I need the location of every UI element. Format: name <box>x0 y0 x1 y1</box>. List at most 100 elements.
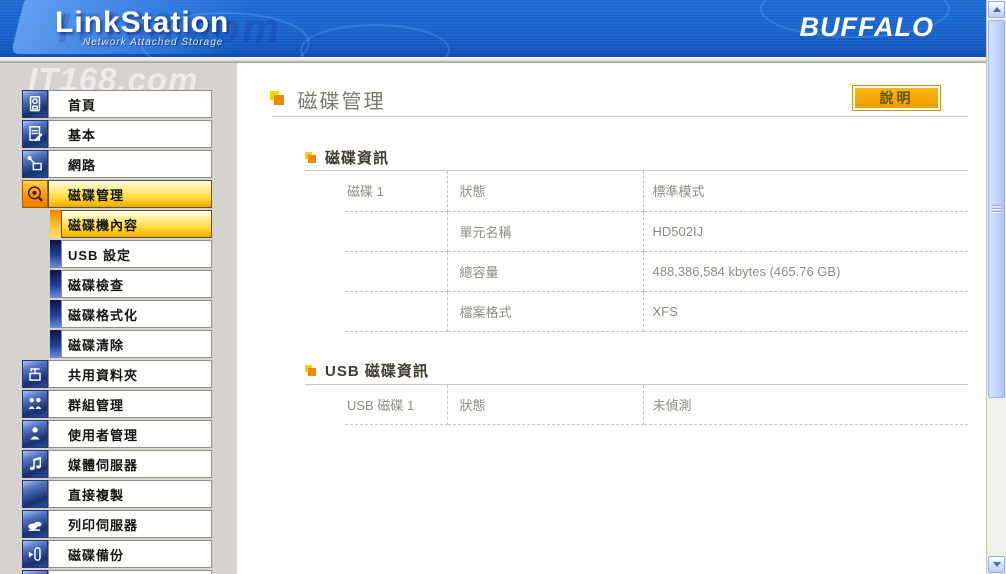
attr-name: 總容量 <box>447 251 644 292</box>
partial-icon <box>22 570 48 574</box>
media-server-icon <box>22 450 48 478</box>
sidebar-item-label: 磁碟檢查 <box>61 270 212 298</box>
submenu-indicator-bar <box>50 270 61 298</box>
sidebar-item-group-management[interactable]: 群組管理 <box>22 390 212 418</box>
table-row: 單元名稱 HD502IJ <box>345 211 968 252</box>
sidebar-item-label: 磁碟機內容 <box>61 210 212 238</box>
chevron-down-icon <box>992 562 1001 567</box>
sidebar-item-label: 網路 <box>48 150 212 178</box>
attr-name: 狀態 <box>447 384 644 425</box>
sidebar-item-label: 群組管理 <box>48 390 212 418</box>
table-row: 磁碟 1 狀態 標準模式 <box>345 171 968 212</box>
sidebar-item-drive-properties[interactable]: 磁碟機內容 <box>22 210 212 238</box>
groups-icon <box>22 390 48 418</box>
section-title: 磁碟資訊 <box>325 149 390 167</box>
info-table: USB 磁碟 1 狀態 未偵測 <box>345 384 968 425</box>
network-icon <box>22 150 48 178</box>
section-bullet-icon <box>305 151 316 163</box>
table-row: USB 磁碟 1 狀態 未偵測 <box>345 384 968 425</box>
sidebar-item-disk-backup[interactable]: 磁碟備份 <box>22 540 212 568</box>
sidebar-item-print-server[interactable]: 列印伺服器 <box>22 510 212 538</box>
sidebar-menu: 首頁 基本 網路 磁碟管理 磁碟機內容 USB 設定 磁碟檢查 磁碟格式化 磁碟清除 共用資料夾群… <box>22 90 212 574</box>
attr-name: 狀態 <box>447 171 644 212</box>
sidebar-item-label: 磁碟格式化 <box>61 300 212 328</box>
attr-value: 488,386,584 kbytes (465.76 GB) <box>643 251 968 292</box>
app-header: IT168.com LinkStation Network Attached S… <box>0 0 986 57</box>
row-label <box>345 251 448 292</box>
sidebar-item-basic[interactable]: 基本 <box>22 120 212 148</box>
user-icon <box>22 420 48 448</box>
shared-folder-icon <box>22 360 48 388</box>
print-server-icon <box>22 510 48 538</box>
sidebar-item-network[interactable]: 網路 <box>22 150 212 178</box>
submenu-indicator-bar <box>50 240 61 268</box>
sidebar-item-direct-copy[interactable]: 直接複製 <box>22 480 212 508</box>
sidebar-item-label: 列印伺服器 <box>48 510 212 538</box>
attr-value: 未偵測 <box>643 384 968 425</box>
linkstation-admin-page: IT168.com LinkStation Network Attached S… <box>0 0 1006 574</box>
logo-title: LinkStation <box>55 6 230 39</box>
sidebar-item-label: 使用者管理 <box>48 420 212 448</box>
row-label <box>345 211 448 252</box>
section-header: USB 磁碟資訊 <box>305 360 986 382</box>
main-content: 磁碟管理 說明 磁碟資訊 磁碟 1 狀態 標準模式 單元名稱 HD502IJ 總容量 488,… <box>237 63 986 574</box>
sidebar-item-label: USB 設定 <box>61 240 212 268</box>
linkstation-logo: LinkStation Network Attached Storage <box>55 6 229 48</box>
attr-name: 單元名稱 <box>447 211 644 252</box>
section-header: 磁碟資訊 <box>305 146 986 168</box>
page-title: 磁碟管理 <box>297 91 386 113</box>
sidebar-item-usb-settings[interactable]: USB 設定 <box>22 240 212 268</box>
section-usb-disk-info: USB 磁碟資訊 USB 磁碟 1 狀態 未偵測 <box>237 360 986 425</box>
attr-value: XFS <box>643 291 968 332</box>
sidebar-item-partial-item[interactable] <box>22 570 212 574</box>
disk-backup-icon <box>22 540 48 568</box>
attr-value: 標準模式 <box>643 171 968 212</box>
sidebar-item-disk-format[interactable]: 磁碟格式化 <box>22 300 212 328</box>
row-label: 磁碟 1 <box>345 171 448 212</box>
section-disk-info: 磁碟資訊磁碟 1 狀態 標準模式 單元名稱 HD502IJ 總容量 488,386,584 … <box>237 146 986 332</box>
sidebar-item-disk-check[interactable]: 磁碟檢查 <box>22 270 212 298</box>
sidebar-item-label: 共用資料夾 <box>48 360 212 388</box>
submenu-indicator-bar <box>50 300 61 328</box>
sidebar-item-label: 直接複製 <box>48 480 212 508</box>
sidebar-item-user-management[interactable]: 使用者管理 <box>22 420 212 448</box>
attr-name: 檔案格式 <box>447 291 644 332</box>
direct-copy-icon <box>22 480 48 508</box>
sidebar-item-disk-erase[interactable]: 磁碟清除 <box>22 330 212 358</box>
sidebar-item-label <box>48 570 212 574</box>
vertical-scrollbar[interactable] <box>986 0 1006 574</box>
sidebar-item-home[interactable]: 首頁 <box>22 90 212 118</box>
row-label: USB 磁碟 1 <box>345 384 448 425</box>
info-sections: 磁碟資訊 磁碟 1 狀態 標準模式 單元名稱 HD502IJ 總容量 488,386,584 … <box>237 146 986 425</box>
header-swirl-decoration <box>300 24 450 57</box>
submenu-indicator-bar <box>50 330 61 358</box>
buffalo-logo: BUFFALO <box>799 12 934 42</box>
sidebar-item-label: 磁碟清除 <box>61 330 212 358</box>
sidebar-item-label: 磁碟管理 <box>48 180 212 208</box>
sidebar-item-label: 媒體伺服器 <box>48 450 212 478</box>
sidebar: IT168.com 首頁 基本 網路 磁碟管理 磁碟機內容 USB 設定 磁碟檢查 磁碟格式化… <box>0 61 237 574</box>
sidebar-item-label: 磁碟備份 <box>48 540 212 568</box>
info-table: 磁碟 1 狀態 標準模式 單元名稱 HD502IJ 總容量 488,386,584 kbyt… <box>345 171 968 332</box>
sidebar-item-label: 基本 <box>48 120 212 148</box>
sidebar-item-label: 首頁 <box>48 90 212 118</box>
sidebar-item-disk-management[interactable]: 磁碟管理 <box>22 180 212 208</box>
row-label <box>345 291 448 332</box>
help-button[interactable]: 說明 <box>852 85 941 111</box>
page-title-row: 磁碟管理 說明 <box>270 85 969 115</box>
table-row: 總容量 488,386,584 kbytes (465.76 GB) <box>345 251 968 292</box>
document-icon <box>22 120 48 148</box>
chevron-up-icon <box>992 7 1001 12</box>
section-title: USB 磁碟資訊 <box>325 363 429 380</box>
sidebar-item-shared-folders[interactable]: 共用資料夾 <box>22 360 212 388</box>
submenu-indicator-bar <box>50 210 61 238</box>
page-title-bullet-icon <box>270 90 284 105</box>
section-bullet-icon <box>305 365 316 376</box>
disk-icon <box>22 180 48 208</box>
home-icon <box>22 90 48 118</box>
logo-subtitle: Network Attached Storage <box>83 37 224 48</box>
sidebar-item-media-server[interactable]: 媒體伺服器 <box>22 450 212 478</box>
scroll-up-button[interactable] <box>988 1 1005 18</box>
scrollbar-thumb[interactable] <box>988 20 1005 398</box>
scroll-down-button[interactable] <box>988 556 1005 573</box>
